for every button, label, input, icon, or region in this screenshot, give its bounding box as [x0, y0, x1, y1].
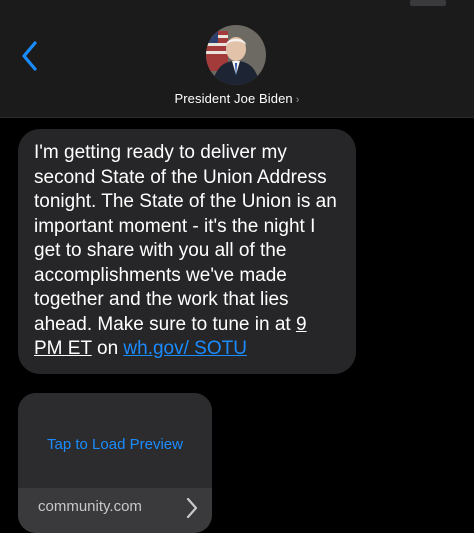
status-bar-fragment — [410, 0, 446, 6]
preview-domain: community.com — [38, 498, 142, 515]
chevron-right-icon — [186, 497, 198, 519]
tap-to-load-preview[interactable]: Tap to Load Preview — [47, 436, 183, 453]
contact-name-button[interactable]: President Joe Biden › — [0, 91, 474, 106]
message-link[interactable]: wh.gov/ SOTU — [123, 338, 247, 359]
chevron-right-icon: › — [295, 94, 300, 106]
link-preview-card[interactable]: Tap to Load Preview community.com — [18, 393, 212, 533]
preview-footer[interactable]: community.com — [18, 488, 212, 533]
preview-area[interactable]: Tap to Load Preview — [18, 393, 212, 488]
contact-name: President Joe Biden — [174, 91, 293, 106]
message-bubble[interactable]: I'm getting ready to deliver my second S… — [18, 129, 356, 374]
message-text-connector: on — [91, 338, 124, 359]
conversation-header: President Joe Biden › — [0, 0, 474, 118]
portrait-image — [206, 25, 266, 85]
message-text: I'm getting ready to deliver my second S… — [34, 142, 337, 335]
chevron-left-icon[interactable] — [18, 40, 42, 72]
avatar[interactable] — [206, 25, 266, 85]
